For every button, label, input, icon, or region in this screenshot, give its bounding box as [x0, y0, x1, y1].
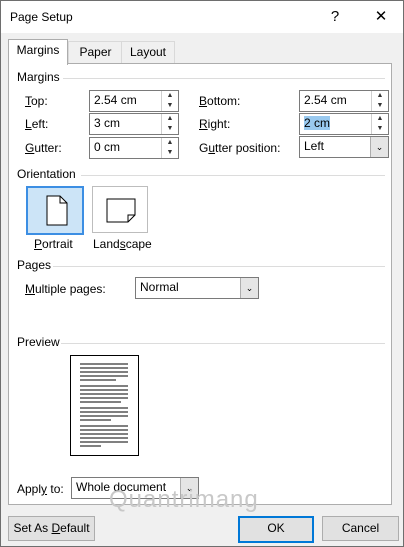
dialog-title: Page Setup — [10, 10, 73, 24]
preview-section-label: Preview — [17, 335, 60, 349]
multiple-pages-select[interactable]: Normal ⌄ — [135, 277, 259, 299]
left-margin-spinner[interactable]: ▲ ▼ — [161, 114, 178, 134]
spin-down-icon[interactable]: ▼ — [162, 101, 178, 111]
watermark-text: Quantrimang — [109, 486, 259, 513]
landscape-label: Landscape — [93, 237, 152, 251]
portrait-option[interactable] — [26, 186, 84, 235]
chevron-down-icon[interactable]: ⌄ — [240, 278, 258, 298]
orientation-divider — [81, 175, 385, 176]
tab-margins[interactable]: Margins — [8, 39, 68, 65]
preview-divider — [61, 343, 385, 344]
tab-paper[interactable]: Paper — [68, 41, 123, 63]
help-button[interactable]: ? — [315, 5, 355, 29]
page-setup-dialog: Page Setup ? ✕ Margins Paper Layout Marg… — [0, 0, 404, 547]
spin-up-icon[interactable]: ▲ — [162, 114, 178, 124]
top-margin-spinner[interactable]: ▲ ▼ — [161, 91, 178, 111]
gutter-label: Gutter: — [25, 141, 62, 155]
spin-down-icon[interactable]: ▼ — [372, 124, 388, 134]
preview-page — [70, 355, 139, 456]
top-margin-value: 2.54 cm — [94, 93, 137, 107]
spin-up-icon[interactable]: ▲ — [162, 138, 178, 148]
gutter-position-label: Gutter position: — [199, 141, 281, 155]
portrait-label: Portrait — [34, 237, 73, 251]
spin-up-icon[interactable]: ▲ — [162, 91, 178, 101]
close-icon: ✕ — [374, 8, 388, 25]
spin-up-icon[interactable]: ▲ — [372, 91, 388, 101]
help-icon: ? — [330, 8, 340, 25]
ok-button-label: OK — [267, 521, 285, 535]
left-label: Left: — [25, 117, 49, 131]
gutter-field[interactable]: 0 cm ▲ ▼ — [89, 137, 179, 159]
gutter-position-select[interactable]: Left ⌄ — [299, 136, 389, 158]
spin-down-icon[interactable]: ▼ — [372, 101, 388, 111]
multiple-pages-label: Multiple pages: — [25, 282, 106, 296]
spin-down-icon[interactable]: ▼ — [162, 124, 178, 134]
pages-divider — [53, 266, 385, 267]
set-as-default-button[interactable]: Set As Default — [8, 516, 95, 541]
tab-margins-label: Margins — [16, 43, 60, 57]
right-margin-value: 2 cm — [304, 116, 331, 130]
bottom-margin-spinner[interactable]: ▲ ▼ — [371, 91, 388, 111]
tab-layout[interactable]: Layout — [121, 41, 175, 63]
spin-up-icon[interactable]: ▲ — [372, 114, 388, 124]
tab-paper-label: Paper — [79, 45, 112, 59]
apply-to-label: Apply to: — [17, 482, 64, 496]
cancel-button[interactable]: Cancel — [322, 516, 399, 541]
tab-layout-label: Layout — [129, 45, 167, 59]
right-margin-spinner[interactable]: ▲ ▼ — [371, 114, 388, 134]
gutter-position-value: Left — [304, 139, 325, 153]
top-label: Top: — [25, 94, 48, 108]
multiple-pages-value: Normal — [140, 280, 179, 294]
spin-down-icon[interactable]: ▼ — [162, 148, 178, 158]
landscape-page-icon — [106, 198, 136, 223]
left-margin-field[interactable]: 3 cm ▲ ▼ — [89, 113, 179, 135]
orientation-section-label: Orientation — [17, 167, 76, 181]
margins-divider — [63, 78, 385, 79]
left-margin-value: 3 cm — [94, 116, 121, 130]
ok-button[interactable]: OK — [238, 516, 314, 543]
gutter-value: 0 cm — [94, 140, 121, 154]
right-label: Right: — [199, 117, 231, 131]
cancel-button-label: Cancel — [341, 521, 380, 535]
chevron-down-icon[interactable]: ⌄ — [370, 137, 388, 157]
right-margin-field[interactable]: 2 cm ▲ ▼ — [299, 113, 389, 135]
gutter-spinner[interactable]: ▲ ▼ — [161, 138, 178, 158]
bottom-label: Bottom: — [199, 94, 241, 108]
pages-section-label: Pages — [17, 258, 52, 272]
preview-text-lines — [80, 363, 128, 447]
bottom-margin-value: 2.54 cm — [304, 93, 347, 107]
margins-section-label: Margins — [17, 70, 60, 84]
title-bar: Page Setup ? ✕ — [1, 1, 403, 33]
portrait-page-icon — [46, 195, 68, 226]
top-margin-field[interactable]: 2.54 cm ▲ ▼ — [89, 90, 179, 112]
bottom-margin-field[interactable]: 2.54 cm ▲ ▼ — [299, 90, 389, 112]
close-button[interactable]: ✕ — [361, 5, 401, 29]
landscape-option[interactable] — [92, 186, 148, 233]
